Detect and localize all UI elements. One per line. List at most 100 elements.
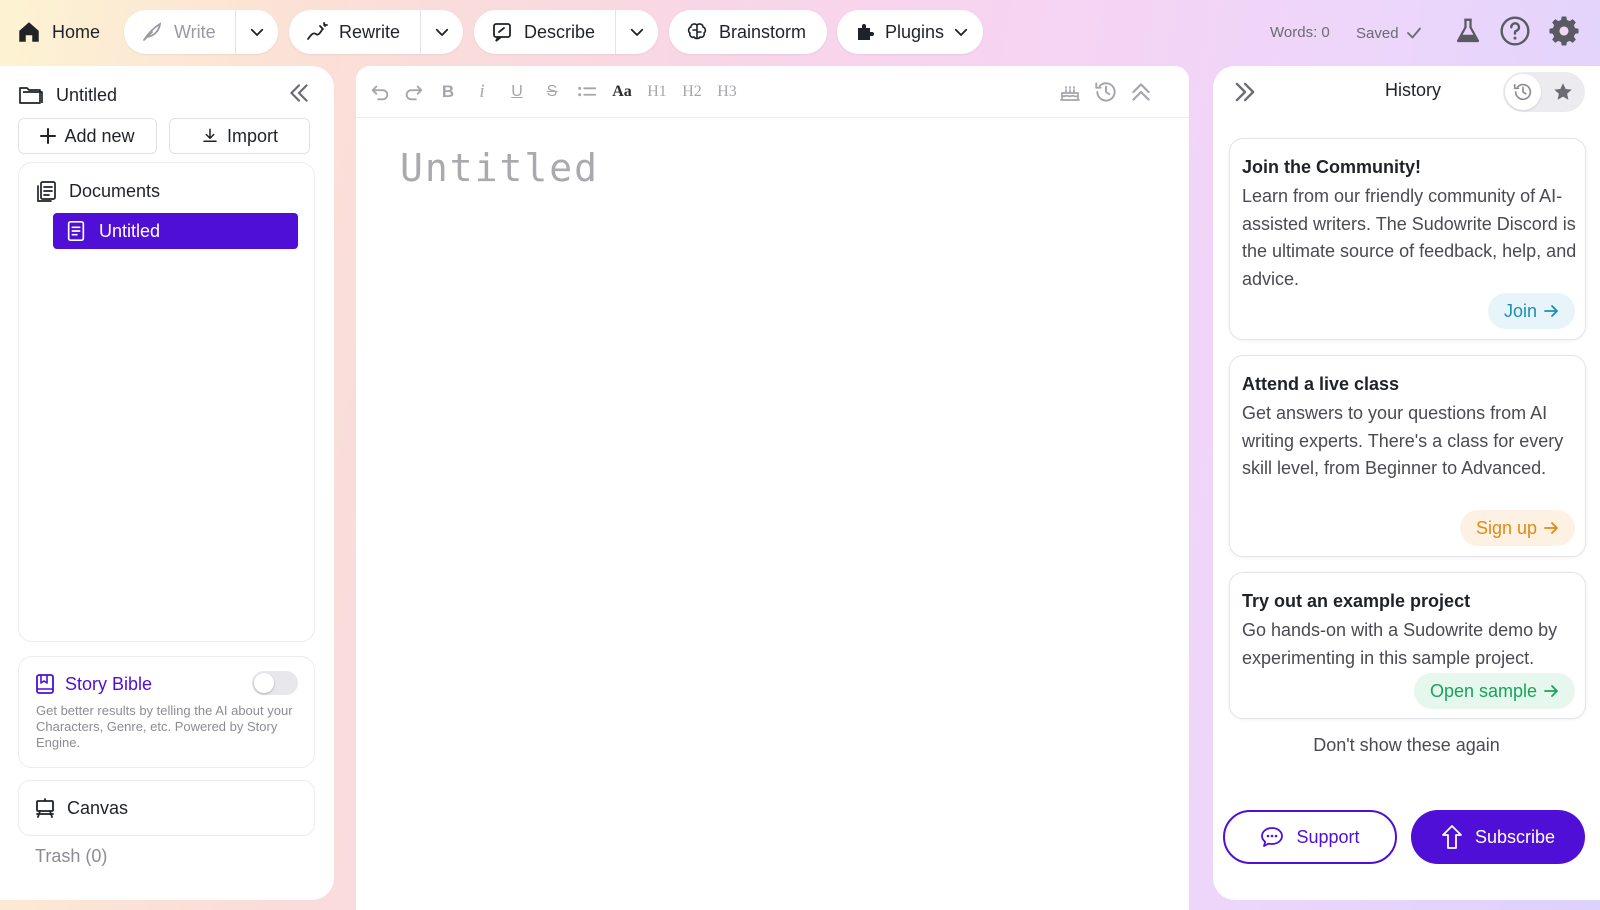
documents-section: Documents Untitled [18,162,315,642]
plus-icon [40,128,57,144]
flask-icon [1453,16,1483,46]
chevron-down-icon [433,23,451,41]
cta-label: Sign up [1475,517,1537,538]
story-bible-section: Story Bible Get better results by tellin… [18,656,315,768]
plugins-control: Plugins [837,10,983,54]
text-size-button[interactable]: Aa [605,78,639,106]
home-label: Home [52,21,101,42]
canvas-item[interactable]: Canvas [18,780,315,836]
double-chevron-right-icon [1231,78,1259,106]
support-label: Support [1296,826,1360,847]
dont-show-again-link[interactable]: Don't show these again [1213,735,1600,756]
bold-button[interactable]: B [432,78,464,106]
trash-link[interactable]: Trash (0) [35,846,107,867]
document-item-untitled[interactable]: Untitled [53,213,298,249]
help-icon [1499,15,1531,47]
card-body: Get answers to your questions from AI wr… [1242,403,1564,478]
italic-button[interactable]: i [466,78,498,106]
describe-icon [490,20,514,44]
h3-icon: H3 [717,83,737,100]
editor: B i U S Aa H1 H2 H3 Untitled [356,66,1189,910]
arrow-right-icon [1543,303,1559,319]
plugins-label: Plugins [885,21,945,42]
rewrite-control: Rewrite [289,10,463,54]
undo-icon [369,81,391,103]
story-bible-link[interactable]: Story Bible [35,673,152,695]
import-button[interactable]: Import [169,118,310,154]
subscribe-label: Subscribe [1474,826,1556,847]
h1-button[interactable]: H1 [640,78,674,106]
write-dropdown-button[interactable] [236,10,278,54]
left-sidebar: Untitled Add new Import Documents Untitl… [0,66,334,900]
card-title: Try out an example project [1242,591,1471,611]
describe-button[interactable]: Describe [474,10,615,54]
saved-label: Saved [1356,24,1399,42]
strikethrough-button[interactable]: S [536,78,568,106]
save-status: Saved [1356,24,1423,42]
join-button[interactable]: Join [1487,293,1575,329]
support-button[interactable]: Support [1223,810,1397,864]
h2-button[interactable]: H2 [675,78,709,106]
brain-icon [685,20,709,44]
h1-icon: H1 [647,83,667,100]
brainstorm-button[interactable]: Brainstorm [669,10,822,54]
bold-icon: B [441,82,455,101]
story-bible-toggle[interactable] [252,671,298,695]
community-card: Join the Community! Learn from our frien… [1229,138,1586,340]
gear-icon [1548,15,1580,47]
undo-button[interactable] [364,78,396,106]
rewrite-pen-icon [305,20,329,44]
collapse-toolbar-button[interactable] [1125,78,1157,106]
subscribe-button[interactable]: Subscribe [1411,810,1585,864]
folder-icon [18,83,44,107]
h3-button[interactable]: H3 [710,78,744,106]
arrow-right-icon [1543,683,1559,699]
chevron-down-icon [628,23,646,41]
card-body: Learn from our friendly community of AI-… [1242,186,1577,289]
brainstorm-label: Brainstorm [719,21,807,42]
celebrate-button[interactable] [1055,78,1085,106]
document-title: Untitled [99,220,161,241]
write-button[interactable]: Write [124,10,235,54]
help-button[interactable] [1498,14,1532,48]
collapse-sidebar-button[interactable] [286,80,312,106]
star-icon [1552,81,1574,103]
describe-label: Describe [524,21,596,42]
describe-dropdown-button[interactable] [616,10,658,54]
canvas-label: Canvas [67,797,129,818]
open-sample-button[interactable]: Open sample [1413,673,1575,709]
card-body: Go hands-on with a Sudowrite demo by exp… [1242,620,1558,668]
tab-favorites[interactable] [1545,74,1581,110]
rewrite-label: Rewrite [339,21,401,42]
settings-button[interactable] [1547,14,1581,48]
tab-history[interactable] [1505,74,1541,110]
add-new-button[interactable]: Add new [18,118,157,154]
rewrite-button[interactable]: Rewrite [289,10,420,54]
home-button[interactable]: Home [16,14,100,50]
history-icon [1093,79,1119,105]
list-button[interactable] [570,78,604,106]
toggle-knob [254,673,274,693]
history-panel: History Join the Community! Learn from o… [1213,66,1600,900]
project-header: Untitled [18,80,318,110]
plugins-button[interactable]: Plugins [837,10,986,54]
list-icon [576,81,598,103]
write-control: Write [124,10,278,54]
top-bar: Home Write Rewrite Describe Brainstorm P… [0,0,1600,64]
collapse-panel-button[interactable] [1231,78,1259,106]
editor-toolbar: B i U S Aa H1 H2 H3 [356,66,1189,118]
import-label: Import [226,125,278,146]
card-title: Attend a live class [1242,374,1400,394]
labs-button[interactable] [1451,14,1485,48]
redo-button[interactable] [398,78,430,106]
rewrite-dropdown-button[interactable] [421,10,463,54]
history-button[interactable] [1090,78,1122,106]
add-new-label: Add new [64,125,135,146]
describe-control: Describe [474,10,658,54]
document-icon [65,220,87,242]
document-title-field[interactable]: Untitled [400,146,599,190]
sign-up-button[interactable]: Sign up [1459,510,1575,546]
card-title: Join the Community! [1242,157,1421,177]
underline-button[interactable]: U [501,78,533,106]
cta-label: Open sample [1429,680,1537,701]
